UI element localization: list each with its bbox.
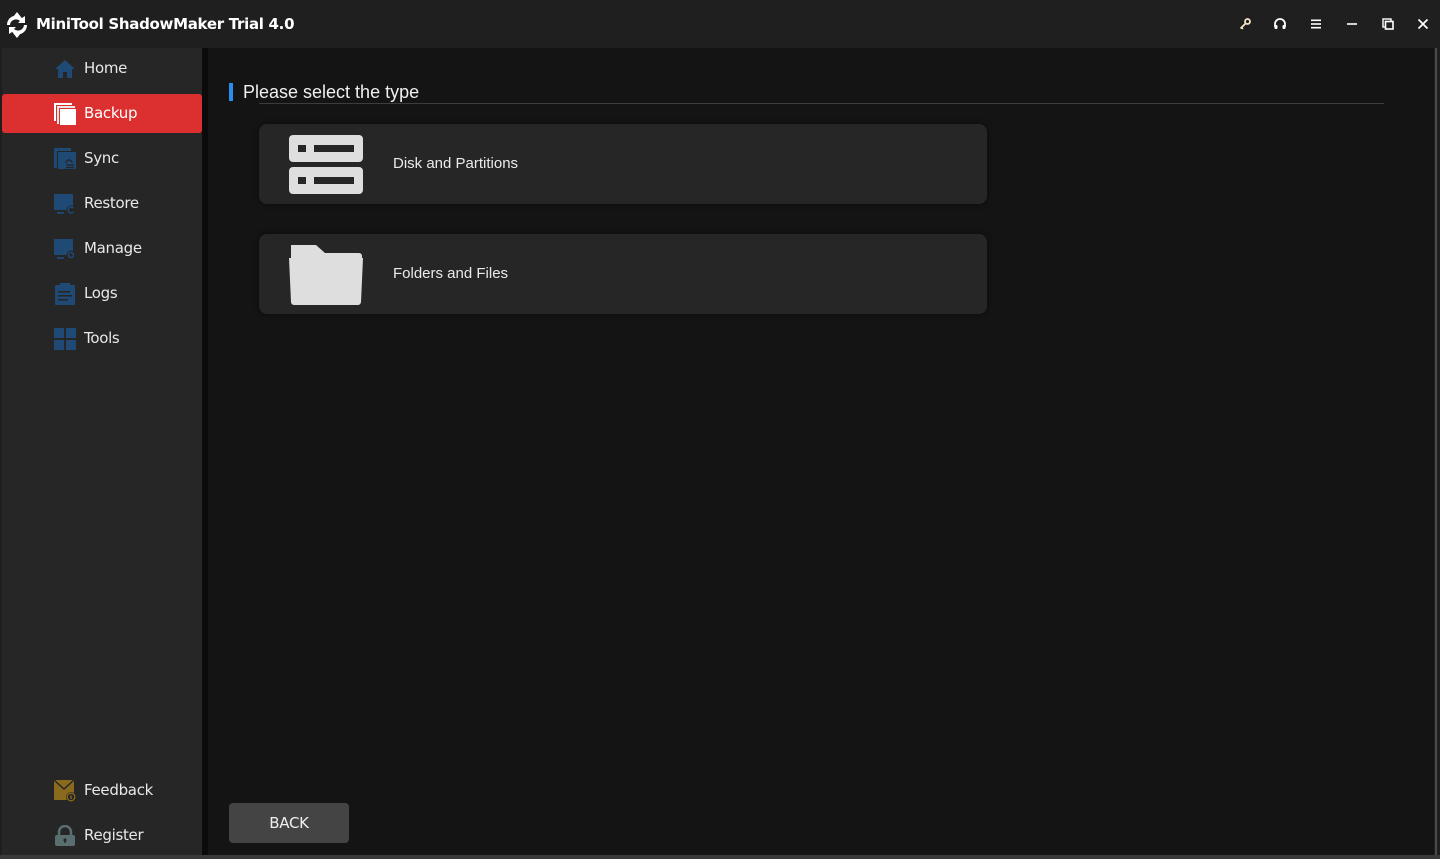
manage-icon [54,239,76,260]
section-accent-bar [229,83,233,101]
disk-icon [289,135,363,194]
tools-icon [54,328,76,350]
minimize-icon [1347,23,1357,25]
option-disk-and-partitions[interactable]: Disk and Partitions [259,124,987,204]
feedback-icon [54,780,76,802]
title-bar: MiniTool ShadowMaker Trial 4.0 [0,0,1440,48]
headset-icon [1274,18,1286,29]
sync-icon [54,148,76,169]
logs-icon [55,283,75,305]
key-button[interactable] [1233,12,1257,36]
restore-window-button[interactable] [1376,12,1400,36]
home-icon [55,60,75,78]
window-bottom-edge [0,855,1440,859]
sidebar-item-backup[interactable]: Backup [2,94,202,133]
sidebar-item-home[interactable]: Home [2,49,202,88]
section-divider [259,103,1384,104]
app-logo-icon [6,12,28,38]
window-right-edge [1434,48,1440,859]
menu-button[interactable] [1304,12,1328,36]
sidebar-item-manage[interactable]: Manage [2,229,202,268]
sidebar-item-tools[interactable]: Tools [2,319,202,358]
close-icon [1417,18,1429,30]
sidebar-item-sync[interactable]: Sync [2,139,202,178]
minimize-button[interactable] [1340,12,1364,36]
option-folders-and-files[interactable]: Folders and Files [259,234,987,314]
folder-icon [289,245,363,305]
sidebar-item-register[interactable]: Register [2,816,202,855]
sidebar-item-logs[interactable]: Logs [2,274,202,313]
close-button[interactable] [1411,12,1435,36]
backup-icon [54,103,76,125]
restore-icon [1382,18,1394,30]
menu-icon [1311,19,1321,29]
restore-icon [54,194,76,215]
option-label: Disk and Partitions [393,155,519,172]
back-button[interactable]: BACK [229,803,349,843]
lock-icon [55,825,75,846]
app-title: MiniTool ShadowMaker Trial 4.0 [36,15,295,33]
support-button[interactable] [1268,12,1292,36]
sidebar: Home Backup Sync Restore Manage Logs Too… [2,48,202,855]
section-title: Please select the type [243,82,420,102]
sidebar-item-restore[interactable]: Restore [2,184,202,223]
option-label: Folders and Files [393,265,509,282]
key-icon [1239,18,1251,30]
sidebar-item-feedback[interactable]: Feedback [2,771,202,810]
